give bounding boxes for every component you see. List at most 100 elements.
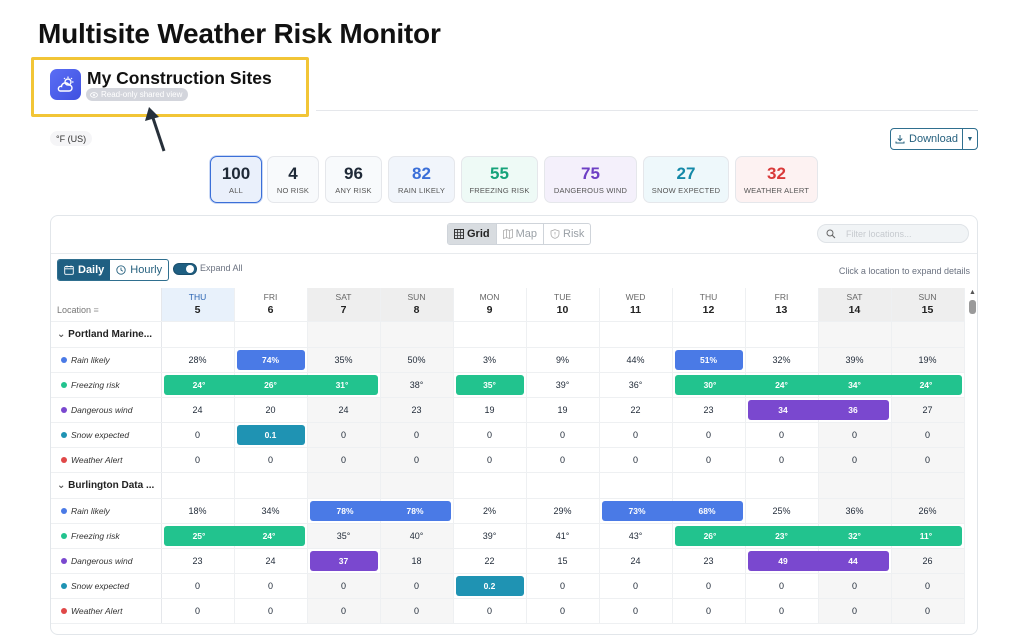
- forecast-cell[interactable]: 9%: [526, 347, 600, 373]
- forecast-cell[interactable]: 32%: [745, 347, 819, 373]
- forecast-cell[interactable]: 44%: [599, 347, 673, 373]
- forecast-cell[interactable]: 68%: [671, 498, 746, 524]
- location-column-header[interactable]: Location ≡: [51, 288, 162, 322]
- forecast-cell[interactable]: 27: [891, 397, 965, 423]
- forecast-cell[interactable]: 0.1: [234, 422, 308, 448]
- forecast-cell[interactable]: 24°: [161, 372, 235, 398]
- forecast-cell[interactable]: 26°: [233, 372, 308, 398]
- summary-card-all[interactable]: 100 ALL: [210, 156, 262, 203]
- forecast-cell[interactable]: 36: [817, 397, 892, 423]
- forecast-cell[interactable]: 11°: [890, 523, 965, 549]
- forecast-cell[interactable]: 19: [526, 397, 600, 423]
- forecast-cell[interactable]: 0: [745, 422, 819, 448]
- forecast-cell[interactable]: 30°: [672, 372, 746, 398]
- forecast-cell[interactable]: 23: [672, 397, 746, 423]
- summary-card-snow-expected[interactable]: 27 SNOW EXPECTED: [643, 156, 729, 203]
- forecast-cell[interactable]: 0: [526, 598, 600, 624]
- forecast-cell[interactable]: 0: [745, 447, 819, 473]
- forecast-cell[interactable]: 0: [234, 598, 308, 624]
- forecast-cell[interactable]: 0: [526, 422, 600, 448]
- forecast-cell[interactable]: 0: [161, 598, 235, 624]
- forecast-cell[interactable]: 24°: [744, 372, 819, 398]
- forecast-cell[interactable]: 35%: [307, 347, 381, 373]
- forecast-cell[interactable]: 0: [234, 447, 308, 473]
- forecast-cell[interactable]: 73%: [599, 498, 673, 524]
- tab-grid[interactable]: Grid: [448, 224, 497, 244]
- forecast-cell[interactable]: 0: [453, 447, 527, 473]
- forecast-cell[interactable]: 24°: [233, 523, 308, 549]
- forecast-cell[interactable]: 19: [453, 397, 527, 423]
- forecast-cell[interactable]: 44: [817, 548, 892, 574]
- forecast-cell[interactable]: 37: [307, 548, 381, 574]
- tab-map[interactable]: Map: [497, 224, 545, 244]
- location-cell[interactable]: ⌄ Burlington Data ...: [51, 472, 162, 499]
- filter-input[interactable]: [846, 228, 966, 239]
- forecast-cell[interactable]: 24: [161, 397, 235, 423]
- forecast-cell[interactable]: 0: [891, 422, 965, 448]
- forecast-cell[interactable]: 25%: [745, 498, 819, 524]
- forecast-cell[interactable]: 20: [234, 397, 308, 423]
- forecast-cell[interactable]: 32°: [817, 523, 892, 549]
- forecast-cell[interactable]: 34: [745, 397, 819, 423]
- forecast-cell[interactable]: 29%: [526, 498, 600, 524]
- forecast-cell[interactable]: 34°: [817, 372, 892, 398]
- forecast-cell[interactable]: 0: [745, 573, 819, 599]
- forecast-cell[interactable]: 50%: [380, 347, 454, 373]
- forecast-cell[interactable]: 0: [599, 598, 673, 624]
- forecast-cell[interactable]: 22: [599, 397, 673, 423]
- forecast-cell[interactable]: 0: [526, 573, 600, 599]
- tab-risk[interactable]: Risk: [544, 224, 590, 244]
- forecast-cell[interactable]: 0: [818, 598, 892, 624]
- forecast-cell[interactable]: 0: [672, 598, 746, 624]
- daily-button[interactable]: Daily: [58, 260, 111, 280]
- scroll-up-icon[interactable]: ▲: [969, 289, 976, 296]
- forecast-cell[interactable]: 0: [380, 598, 454, 624]
- forecast-cell[interactable]: 0: [380, 573, 454, 599]
- forecast-cell[interactable]: 26%: [891, 498, 965, 524]
- forecast-cell[interactable]: 0: [891, 573, 965, 599]
- hourly-button[interactable]: Hourly: [110, 260, 168, 280]
- forecast-cell[interactable]: 24: [234, 548, 308, 574]
- location-row[interactable]: ⌄ Portland Marine...: [51, 321, 965, 348]
- forecast-cell[interactable]: 74%: [234, 347, 308, 373]
- forecast-cell[interactable]: 0: [453, 422, 527, 448]
- forecast-cell[interactable]: 0: [672, 422, 746, 448]
- forecast-cell[interactable]: 0: [526, 447, 600, 473]
- forecast-cell[interactable]: 39°: [526, 372, 600, 398]
- forecast-cell[interactable]: 39%: [818, 347, 892, 373]
- forecast-cell[interactable]: 0: [307, 573, 381, 599]
- forecast-cell[interactable]: 38°: [380, 372, 454, 398]
- forecast-cell[interactable]: 25°: [161, 523, 235, 549]
- summary-card-any-risk[interactable]: 96 ANY RISK: [325, 156, 382, 203]
- forecast-cell[interactable]: 34%: [234, 498, 308, 524]
- forecast-cell[interactable]: 23: [672, 548, 746, 574]
- forecast-cell[interactable]: 35°: [453, 372, 527, 398]
- chevron-down-icon[interactable]: ⌄: [57, 480, 68, 491]
- forecast-cell[interactable]: 0: [818, 422, 892, 448]
- forecast-cell[interactable]: 0: [672, 573, 746, 599]
- forecast-cell[interactable]: 40°: [380, 523, 454, 549]
- forecast-cell[interactable]: 51%: [672, 347, 746, 373]
- forecast-cell[interactable]: 2%: [453, 498, 527, 524]
- forecast-cell[interactable]: 15: [526, 548, 600, 574]
- sort-icon[interactable]: ≡: [91, 305, 99, 315]
- forecast-cell[interactable]: 78%: [379, 498, 454, 524]
- forecast-cell[interactable]: 36°: [599, 372, 673, 398]
- forecast-cell[interactable]: 26: [891, 548, 965, 574]
- unit-selector[interactable]: °F (US): [50, 131, 93, 146]
- forecast-cell[interactable]: 0.2: [453, 573, 527, 599]
- forecast-cell[interactable]: 0: [599, 422, 673, 448]
- forecast-cell[interactable]: 41°: [526, 523, 600, 549]
- forecast-cell[interactable]: 0: [599, 573, 673, 599]
- forecast-cell[interactable]: 0: [161, 573, 235, 599]
- forecast-cell[interactable]: 24: [307, 397, 381, 423]
- forecast-cell[interactable]: 35°: [307, 523, 381, 549]
- forecast-cell[interactable]: 31°: [306, 372, 381, 398]
- summary-card-rain-likely[interactable]: 82 RAIN LIKELY: [388, 156, 455, 203]
- forecast-cell[interactable]: 0: [307, 447, 381, 473]
- forecast-cell[interactable]: 49: [745, 548, 819, 574]
- forecast-cell[interactable]: 3%: [453, 347, 527, 373]
- forecast-cell[interactable]: 0: [453, 598, 527, 624]
- forecast-cell[interactable]: 0: [745, 598, 819, 624]
- expand-all-toggle[interactable]: [173, 263, 197, 275]
